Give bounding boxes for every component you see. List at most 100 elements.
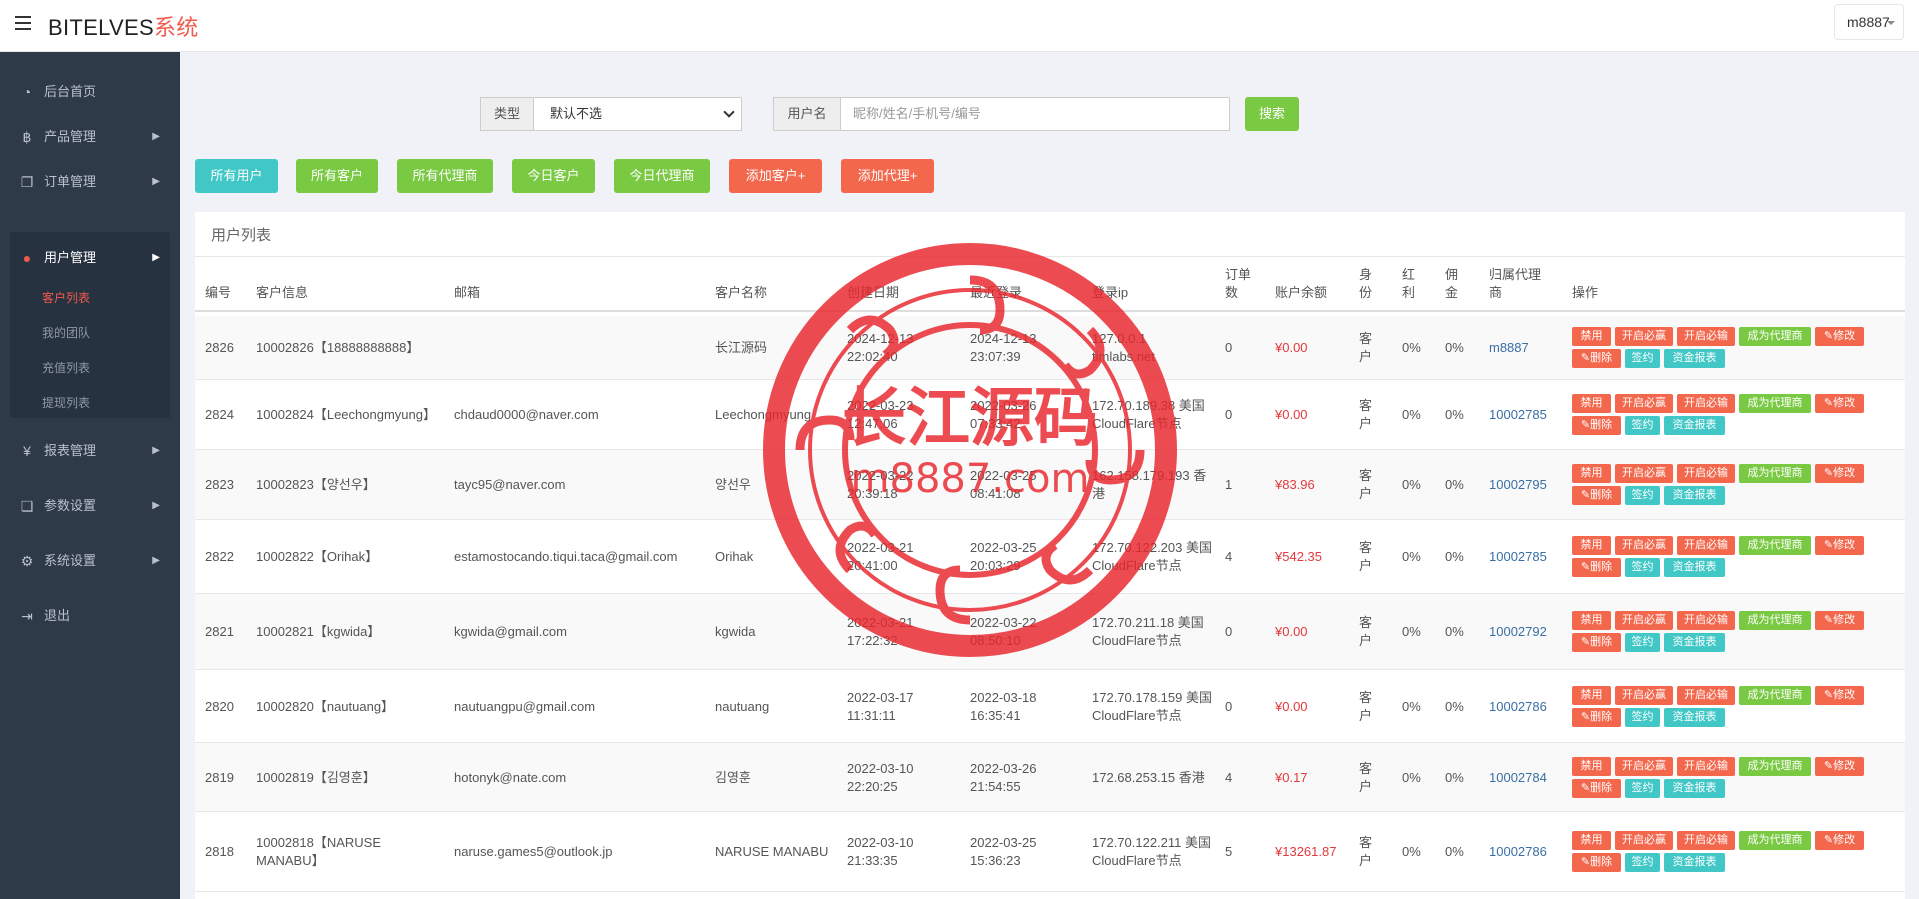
- subnav-recharge-list[interactable]: 充值列表: [42, 353, 90, 383]
- make-agent-button[interactable]: 成为代理商: [1739, 327, 1811, 346]
- disable-button[interactable]: 禁用: [1572, 831, 1611, 850]
- type-select[interactable]: 默认不选: [533, 97, 742, 131]
- edit-button[interactable]: ✎修改: [1815, 756, 1864, 776]
- make-agent-button[interactable]: 成为代理商: [1739, 756, 1811, 776]
- cell-agent[interactable]: 10002784: [1489, 769, 1559, 787]
- filter-all-agents-button[interactable]: 所有代理商: [397, 159, 493, 193]
- delete-button[interactable]: ✎删除: [1572, 558, 1621, 577]
- fund-report-button[interactable]: 资金报表: [1664, 558, 1725, 577]
- username-search-input[interactable]: 昵称/姓名/手机号/编号: [840, 97, 1230, 131]
- edit-button[interactable]: ✎修改: [1815, 464, 1864, 483]
- delete-button[interactable]: ✎删除: [1572, 853, 1621, 872]
- cell-agent[interactable]: 10002792: [1489, 623, 1559, 641]
- filter-today-agents-button[interactable]: 今日代理商: [614, 159, 710, 193]
- make-agent-button[interactable]: 成为代理商: [1739, 685, 1811, 705]
- cell-id: 2819: [205, 769, 234, 785]
- make-agent-button[interactable]: 成为代理商: [1739, 536, 1811, 555]
- delete-button[interactable]: ✎删除: [1572, 486, 1621, 505]
- enable-lose-button[interactable]: 开启必输: [1677, 394, 1735, 413]
- delete-button[interactable]: ✎删除: [1572, 416, 1621, 435]
- make-agent-button[interactable]: 成为代理商: [1739, 394, 1811, 413]
- subnav-withdraw-list[interactable]: 提现列表: [42, 388, 90, 418]
- sign-button[interactable]: 签约: [1625, 707, 1660, 727]
- sign-button[interactable]: 签约: [1625, 349, 1660, 368]
- cell-agent[interactable]: 10002795: [1489, 476, 1559, 494]
- disable-button[interactable]: 禁用: [1572, 536, 1611, 555]
- enable-win-button[interactable]: 开启必赢: [1615, 831, 1673, 850]
- fund-report-button[interactable]: 资金报表: [1664, 633, 1725, 652]
- enable-lose-button[interactable]: 开启必输: [1677, 464, 1735, 483]
- disable-button[interactable]: 禁用: [1572, 611, 1611, 630]
- menu-toggle-icon[interactable]: [15, 16, 31, 30]
- delete-button[interactable]: ✎删除: [1572, 633, 1621, 652]
- filter-all-customers-button[interactable]: 所有客户: [296, 159, 378, 193]
- cell-agent[interactable]: 10002786: [1489, 698, 1559, 716]
- filter-all-users-button[interactable]: 所有用户: [195, 159, 278, 193]
- enable-lose-button[interactable]: 开启必输: [1677, 756, 1735, 776]
- sidebar-item-logout[interactable]: ⇥ 退出: [0, 596, 180, 636]
- enable-win-button[interactable]: 开启必赢: [1615, 327, 1673, 346]
- sign-button[interactable]: 签约: [1625, 486, 1660, 505]
- enable-lose-button[interactable]: 开启必输: [1677, 536, 1735, 555]
- filter-today-customers-button[interactable]: 今日客户: [512, 159, 595, 193]
- edit-button[interactable]: ✎修改: [1815, 536, 1864, 555]
- user-dropdown[interactable]: m8887: [1834, 4, 1904, 40]
- edit-button[interactable]: ✎修改: [1815, 611, 1864, 630]
- enable-win-button[interactable]: 开启必赢: [1615, 611, 1673, 630]
- subnav-customer-list[interactable]: 客户列表: [42, 283, 90, 313]
- sign-button[interactable]: 签约: [1625, 633, 1660, 652]
- cell-agent[interactable]: m8887: [1489, 339, 1559, 357]
- fund-report-button[interactable]: 资金报表: [1664, 853, 1725, 872]
- sidebar-item-system[interactable]: ⚙ 系统设置 ▶: [0, 541, 180, 581]
- edit-button[interactable]: ✎修改: [1815, 685, 1864, 705]
- enable-lose-button[interactable]: 开启必输: [1677, 327, 1735, 346]
- search-button[interactable]: 搜索: [1245, 97, 1299, 131]
- cell-last-login: 2022-03-25 08:41:08: [970, 468, 1037, 501]
- disable-button[interactable]: 禁用: [1572, 327, 1611, 346]
- cell-balance: ¥0.00: [1275, 340, 1308, 355]
- subnav-my-team[interactable]: 我的团队: [42, 318, 90, 348]
- enable-win-button[interactable]: 开启必赢: [1615, 536, 1673, 555]
- add-agent-button[interactable]: 添加代理+: [841, 159, 934, 193]
- enable-lose-button[interactable]: 开启必输: [1677, 611, 1735, 630]
- col-header-actions: 操作: [1572, 285, 1599, 300]
- sidebar-item-orders[interactable]: ❐ 订单管理 ▶: [0, 162, 180, 202]
- sidebar-item-users[interactable]: ● 用户管理 ▶: [0, 238, 180, 278]
- disable-button[interactable]: 禁用: [1572, 756, 1611, 776]
- sign-button[interactable]: 签约: [1625, 558, 1660, 577]
- cell-agent[interactable]: 10002785: [1489, 548, 1559, 566]
- fund-report-button[interactable]: 资金报表: [1664, 486, 1725, 505]
- disable-button[interactable]: 禁用: [1572, 685, 1611, 705]
- sidebar-item-params[interactable]: ❏ 参数设置 ▶: [0, 486, 180, 526]
- make-agent-button[interactable]: 成为代理商: [1739, 611, 1811, 630]
- cell-agent[interactable]: 10002786: [1489, 843, 1559, 861]
- enable-win-button[interactable]: 开启必赢: [1615, 394, 1673, 413]
- fund-report-button[interactable]: 资金报表: [1664, 778, 1725, 798]
- delete-button[interactable]: ✎删除: [1572, 778, 1621, 798]
- enable-lose-button[interactable]: 开启必输: [1677, 685, 1735, 705]
- edit-button[interactable]: ✎修改: [1815, 831, 1864, 850]
- chevron-right-icon: ▶: [152, 252, 160, 263]
- sign-button[interactable]: 签约: [1625, 416, 1660, 435]
- enable-win-button[interactable]: 开启必赢: [1615, 464, 1673, 483]
- add-customer-button[interactable]: 添加客户+: [729, 159, 822, 193]
- sign-button[interactable]: 签约: [1625, 778, 1660, 798]
- edit-button[interactable]: ✎修改: [1815, 394, 1864, 413]
- disable-button[interactable]: 禁用: [1572, 394, 1611, 413]
- delete-button[interactable]: ✎删除: [1572, 349, 1621, 368]
- fund-report-button[interactable]: 资金报表: [1664, 707, 1725, 727]
- sign-button[interactable]: 签约: [1625, 853, 1660, 872]
- enable-win-button[interactable]: 开启必赢: [1615, 756, 1673, 776]
- edit-button[interactable]: ✎修改: [1815, 327, 1864, 346]
- enable-win-button[interactable]: 开启必赢: [1615, 685, 1673, 705]
- cell-agent[interactable]: 10002785: [1489, 406, 1559, 424]
- fund-report-button[interactable]: 资金报表: [1664, 349, 1725, 368]
- cell-created: 2022-03-23 12:47:06: [847, 398, 914, 431]
- disable-button[interactable]: 禁用: [1572, 464, 1611, 483]
- make-agent-button[interactable]: 成为代理商: [1739, 831, 1811, 850]
- delete-button[interactable]: ✎删除: [1572, 707, 1621, 727]
- enable-lose-button[interactable]: 开启必输: [1677, 831, 1735, 850]
- fund-report-button[interactable]: 资金报表: [1664, 416, 1725, 435]
- sidebar-item-reports[interactable]: ¥ 报表管理 ▶: [0, 431, 180, 471]
- make-agent-button[interactable]: 成为代理商: [1739, 464, 1811, 483]
